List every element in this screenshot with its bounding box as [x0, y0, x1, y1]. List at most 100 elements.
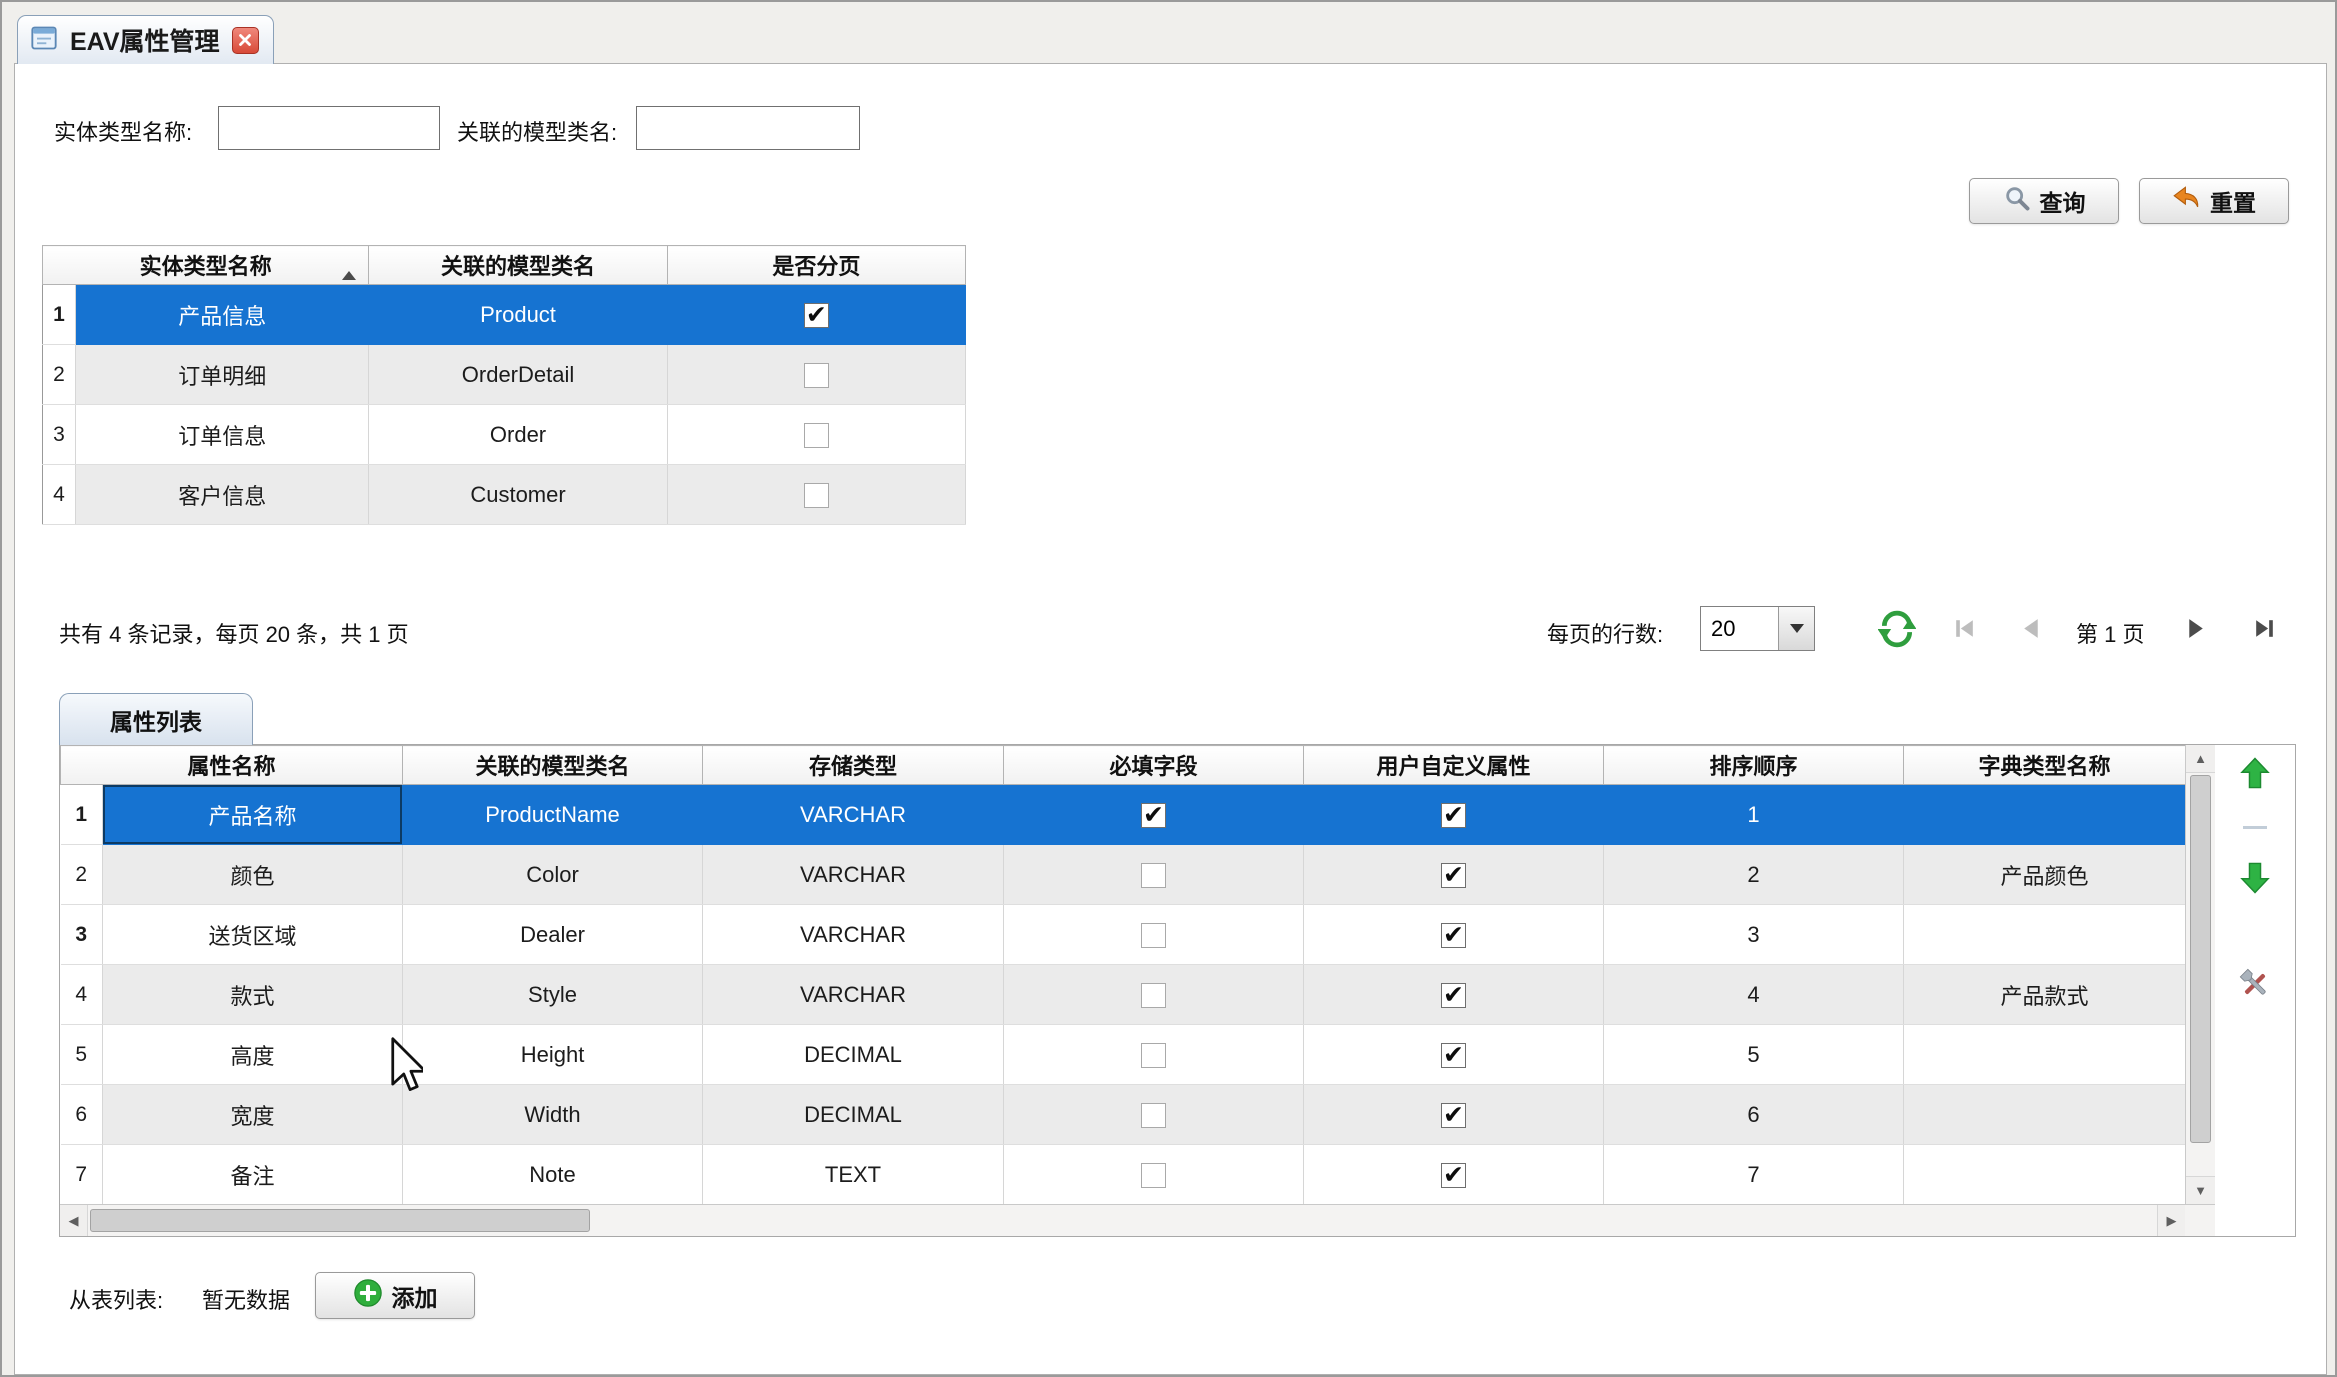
row-number[interactable]: 6 [61, 1085, 103, 1145]
col-header-custom[interactable]: 用户自定义属性 [1304, 746, 1604, 785]
settings-tools-button[interactable] [2236, 965, 2274, 1008]
cell-attr-name[interactable]: 送货区域 [103, 905, 403, 965]
cell-storage-type[interactable]: VARCHAR [703, 785, 1004, 845]
cell-storage-type[interactable]: VARCHAR [703, 965, 1004, 1025]
custom-checkbox[interactable] [1441, 1103, 1466, 1128]
required-checkbox[interactable] [1141, 983, 1166, 1008]
cell-required[interactable] [1004, 1145, 1304, 1205]
cell-attr-name[interactable]: 颜色 [103, 845, 403, 905]
required-checkbox[interactable] [1141, 923, 1166, 948]
horizontal-scrollbar[interactable]: ◀ ▶ [60, 1204, 2215, 1236]
cell-attr-model[interactable]: Note [403, 1145, 703, 1205]
last-page-button[interactable] [2242, 606, 2287, 651]
col-header-required[interactable]: 必填字段 [1004, 746, 1304, 785]
cell-dict-type[interactable] [1904, 1085, 2186, 1145]
cell-model-class[interactable]: Customer [369, 465, 667, 525]
cell-attr-model[interactable]: ProductName [403, 785, 703, 845]
cell-sort-order[interactable]: 4 [1604, 965, 1904, 1025]
cell-custom[interactable] [1304, 1145, 1604, 1205]
cell-custom[interactable] [1304, 1025, 1604, 1085]
cell-paged[interactable] [667, 285, 965, 345]
cell-dict-type[interactable] [1904, 1025, 2186, 1085]
table-row[interactable]: 1 产品信息 Product [43, 285, 966, 345]
cell-paged[interactable] [667, 465, 965, 525]
horizontal-scroll-thumb[interactable] [90, 1209, 590, 1232]
cell-sort-order[interactable]: 1 [1604, 785, 1904, 845]
cell-sort-order[interactable]: 6 [1604, 1085, 1904, 1145]
cell-entity-name[interactable]: 订单明细 [76, 345, 369, 405]
required-checkbox[interactable] [1141, 1103, 1166, 1128]
cell-dict-type[interactable]: 产品颜色 [1904, 845, 2186, 905]
cell-attr-name[interactable]: 高度 [103, 1025, 403, 1085]
col-header-storage-type[interactable]: 存储类型 [703, 746, 1004, 785]
row-number[interactable]: 2 [43, 345, 76, 405]
cell-model-class[interactable]: OrderDetail [369, 345, 667, 405]
row-number[interactable]: 4 [43, 465, 76, 525]
refresh-button[interactable] [1874, 606, 1919, 651]
cell-required[interactable] [1004, 905, 1304, 965]
paged-checkbox[interactable] [804, 303, 829, 328]
window-tab-eav[interactable]: EAV属性管理 [17, 15, 274, 64]
row-number[interactable]: 3 [61, 905, 103, 965]
row-number[interactable]: 5 [61, 1025, 103, 1085]
table-row[interactable]: 3 订单信息 Order [43, 405, 966, 465]
cell-sort-order[interactable]: 5 [1604, 1025, 1904, 1085]
cell-attr-model[interactable]: Height [403, 1025, 703, 1085]
cell-custom[interactable] [1304, 905, 1604, 965]
cell-model-class[interactable]: Product [369, 285, 667, 345]
cell-attr-model[interactable]: Dealer [403, 905, 703, 965]
cell-dict-type[interactable] [1904, 1145, 2186, 1205]
required-checkbox[interactable] [1141, 863, 1166, 888]
entity-type-input[interactable] [218, 106, 440, 150]
col-header-sort-order[interactable]: 排序顺序 [1604, 746, 1904, 785]
row-number[interactable]: 3 [43, 405, 76, 465]
custom-checkbox[interactable] [1441, 863, 1466, 888]
cell-required[interactable] [1004, 1085, 1304, 1145]
scroll-right-button[interactable]: ▶ [2157, 1205, 2185, 1236]
add-button[interactable]: 添加 [315, 1272, 475, 1319]
cell-attr-name[interactable]: 款式 [103, 965, 403, 1025]
col-header-attr-model[interactable]: 关联的模型类名 [403, 746, 703, 785]
cell-attr-model[interactable]: Width [403, 1085, 703, 1145]
row-number[interactable]: 2 [61, 845, 103, 905]
row-number[interactable]: 4 [61, 965, 103, 1025]
cell-entity-name[interactable]: 产品信息 [76, 285, 369, 345]
cell-attr-name[interactable]: 宽度 [103, 1085, 403, 1145]
custom-checkbox[interactable] [1441, 803, 1466, 828]
cell-sort-order[interactable]: 3 [1604, 905, 1904, 965]
cell-attr-name[interactable]: 产品名称 [103, 785, 403, 845]
cell-custom[interactable] [1304, 965, 1604, 1025]
cell-custom[interactable] [1304, 845, 1604, 905]
custom-checkbox[interactable] [1441, 1043, 1466, 1068]
col-header-attr-name[interactable]: 属性名称 [61, 746, 403, 785]
custom-checkbox[interactable] [1441, 923, 1466, 948]
cell-attr-name[interactable]: 备注 [103, 1145, 403, 1205]
col-header-paged[interactable]: 是否分页 [667, 246, 965, 285]
cell-attr-model[interactable]: Style [403, 965, 703, 1025]
custom-checkbox[interactable] [1441, 983, 1466, 1008]
cell-paged[interactable] [667, 405, 965, 465]
table-row[interactable]: 5 高度 Height DECIMAL 5 [61, 1025, 2186, 1085]
custom-checkbox[interactable] [1441, 1163, 1466, 1188]
cell-paged[interactable] [667, 345, 965, 405]
paged-checkbox[interactable] [804, 483, 829, 508]
col-header-model-class[interactable]: 关联的模型类名 [369, 246, 667, 285]
model-class-input[interactable] [636, 106, 860, 150]
cell-sort-order[interactable]: 7 [1604, 1145, 1904, 1205]
cell-required[interactable] [1004, 785, 1304, 845]
prev-page-button[interactable] [2009, 606, 2054, 651]
scroll-down-button[interactable]: ▼ [2186, 1176, 2215, 1204]
reset-button[interactable]: 重置 [2139, 178, 2289, 224]
cell-sort-order[interactable]: 2 [1604, 845, 1904, 905]
move-down-button[interactable] [2240, 862, 2270, 899]
cell-storage-type[interactable]: DECIMAL [703, 1085, 1004, 1145]
row-number[interactable]: 1 [61, 785, 103, 845]
cell-model-class[interactable]: Order [369, 405, 667, 465]
row-number[interactable]: 7 [61, 1145, 103, 1205]
col-header-dict-type[interactable]: 字典类型名称 [1904, 746, 2186, 785]
cell-entity-name[interactable]: 订单信息 [76, 405, 369, 465]
table-row[interactable]: 3 送货区域 Dealer VARCHAR 3 [61, 905, 2186, 965]
scroll-left-button[interactable]: ◀ [60, 1205, 88, 1236]
cell-storage-type[interactable]: VARCHAR [703, 845, 1004, 905]
query-button[interactable]: 查询 [1969, 178, 2119, 224]
